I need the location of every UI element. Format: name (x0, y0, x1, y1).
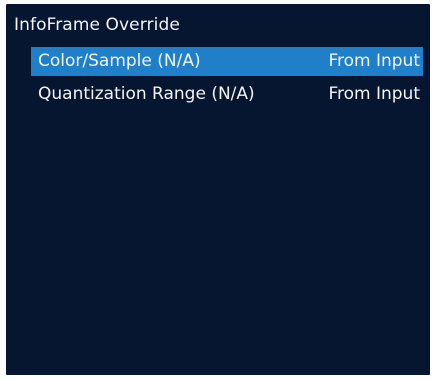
menu-item-value: From Input (328, 51, 420, 71)
infoframe-override-panel: InfoFrame Override Color/Sample (N/A) Fr… (6, 4, 430, 375)
menu-item-value: From Input (328, 84, 420, 104)
page-title: InfoFrame Override (14, 15, 180, 35)
screen: InfoFrame Override Color/Sample (N/A) Fr… (0, 0, 435, 380)
settings-menu: Color/Sample (N/A) From Input Quantizati… (31, 47, 423, 113)
menu-item-quantization-range[interactable]: Quantization Range (N/A) From Input (31, 80, 423, 109)
menu-item-label: Color/Sample (N/A) (38, 51, 201, 71)
menu-item-label: Quantization Range (N/A) (38, 84, 255, 104)
menu-item-color-sample[interactable]: Color/Sample (N/A) From Input (31, 47, 423, 76)
